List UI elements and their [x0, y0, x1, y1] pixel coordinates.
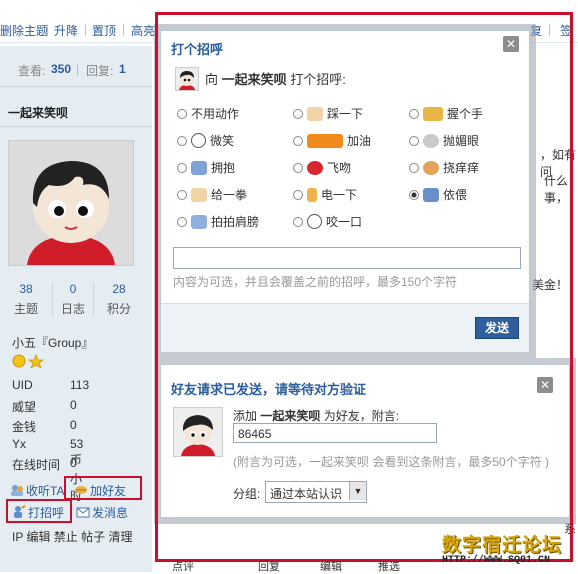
highlight-link[interactable]: 高亮	[131, 22, 155, 39]
send-message-link[interactable]: 发消息	[76, 504, 128, 521]
post-author-name[interactable]: 一起来笑呗	[8, 104, 68, 121]
stat-threads[interactable]: 38 主题	[6, 282, 46, 317]
toolbar-divider: |	[46, 22, 50, 36]
user-avatar[interactable]	[8, 140, 134, 266]
toolbar-divider: |	[84, 22, 88, 36]
stat-points-value: 28	[112, 282, 126, 296]
stat-blogs-value: 0	[69, 282, 77, 296]
divider	[0, 126, 152, 127]
stats-divider: |	[76, 62, 80, 76]
profile-online-label: 在线时间	[12, 458, 61, 472]
avatar-boy-icon	[9, 141, 133, 265]
stat-threads-label: 主题	[13, 302, 38, 316]
follow-link[interactable]: 收听TA	[10, 482, 64, 499]
replies-count: 1	[119, 62, 126, 76]
rank-stars	[12, 353, 46, 371]
profile-money: 金钱 0	[12, 418, 77, 435]
views-count: 350	[51, 62, 72, 76]
stat-points[interactable]: 28 积分	[99, 282, 139, 317]
stat-blogs[interactable]: 0 日志	[52, 282, 94, 317]
profile-money-value: 0	[70, 418, 77, 432]
replies-label: 回复:	[86, 64, 114, 78]
bump-link[interactable]: 升降	[54, 22, 78, 39]
delete-thread-link[interactable]: 删除主题	[0, 22, 48, 39]
profile-prestige-value: 0	[70, 398, 77, 412]
highlight-box-add-friend	[64, 476, 142, 500]
highlight-box-dialogs	[155, 12, 573, 562]
profile-online-time: 在线时间 0 小时	[12, 456, 82, 503]
profile-uid: UID 113	[12, 378, 89, 392]
post-action-bar: 点评 回复 编辑 推选	[172, 560, 432, 573]
stat-blogs-label: 日志	[60, 302, 85, 316]
admin-links[interactable]: IP 编辑 禁止 帖子 清理	[12, 528, 132, 545]
profile-yx: Yx 53 币	[12, 437, 83, 467]
site-watermark: 数字宿迁论坛 HTTP://WWW.SQ01.CN	[442, 530, 562, 566]
watermark-url: HTTP://WWW.SQ01.CN	[442, 555, 551, 566]
watermark-title: 数字宿迁论坛	[442, 534, 563, 556]
views-label: 查看:	[18, 64, 46, 78]
toolbar-divider: |	[122, 22, 126, 36]
user-group[interactable]: 小五『Group』	[12, 334, 93, 351]
sticky-link[interactable]: 置顶	[92, 22, 116, 39]
stat-points-label: 积分	[106, 302, 131, 316]
send-message-label: 发消息	[92, 506, 129, 520]
follow-label: 收听TA	[26, 484, 65, 498]
profile-uid-value: 113	[70, 378, 90, 392]
profile-yx-label: Yx	[12, 437, 27, 451]
envelope-icon	[76, 507, 90, 518]
profile-prestige: 威望 0	[12, 398, 77, 415]
rank-star-icon	[12, 353, 45, 369]
profile-prestige-label: 威望	[12, 400, 37, 414]
people-icon	[11, 485, 23, 496]
thread-stats-bar: 查看: 350 | 回复: 1	[0, 46, 152, 87]
profile-uid-label: UID	[12, 378, 33, 392]
highlight-box-greet	[6, 499, 72, 523]
profile-money-label: 金钱	[12, 420, 37, 434]
stat-threads-value: 38	[19, 282, 33, 296]
